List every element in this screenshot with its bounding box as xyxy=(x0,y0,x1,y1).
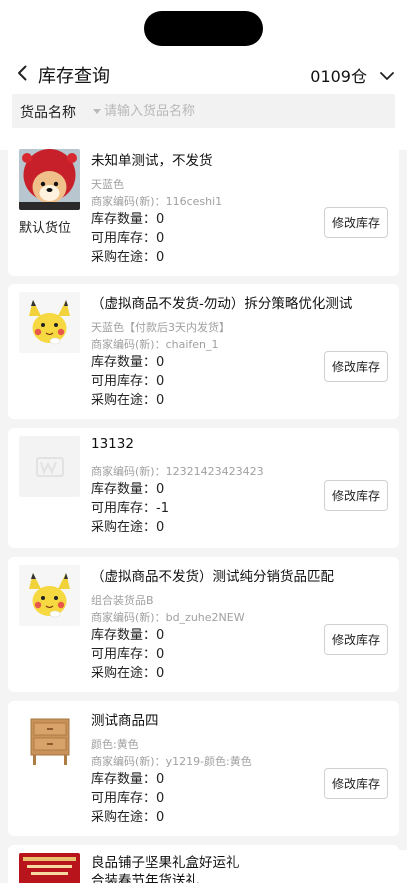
warehouse-selector[interactable]: 0109仓 xyxy=(310,63,367,87)
incoming-purchase: 采购在途：0 xyxy=(91,810,165,825)
yellow-cartoon-mouse-image xyxy=(19,292,80,353)
incoming-purchase: 采购在途：0 xyxy=(91,520,165,535)
search-input[interactable] xyxy=(104,98,384,124)
merchant-code: 商家编码(新)：y1219-颜色:黄色 xyxy=(91,755,252,768)
merchant-code: 商家编码(新)：chaifen_1 xyxy=(91,338,219,351)
product-spec: 组合装货品B xyxy=(91,594,154,607)
search-field-type-dropdown[interactable]: 货品名称 xyxy=(20,102,76,122)
product-name: （虚拟商品不发货-勿动）拆分策略优化测试 xyxy=(91,296,353,312)
camera-notch xyxy=(144,11,263,46)
inventory-card: （虚拟商品不发货-勿动）拆分策略优化测试 天蓝色【付款后3天内发货】 商家编码(… xyxy=(8,284,399,419)
red-gift-box-image xyxy=(19,853,80,883)
edit-stock-button[interactable]: 修改库存 xyxy=(324,624,388,655)
stock-quantity: 库存数量：0 xyxy=(91,355,165,370)
product-details: 商家编码(新)：12321423423423 库存数量：0 可用库存：-1 采购… xyxy=(91,463,321,537)
inventory-card: 良品铺子坚果礼盒好运礼 合装春节年货送礼 xyxy=(8,845,399,883)
inventory-card: 默认货位 未知单测试，不发货 天蓝色 商家编码(新)：116ceshi1 库存数… xyxy=(8,141,399,276)
product-name: 未知单测试，不发货 xyxy=(91,153,213,169)
merchant-code: 商家编码(新)：12321423423423 xyxy=(91,465,264,478)
incoming-purchase: 采购在途：0 xyxy=(91,393,165,408)
back-arrow-icon[interactable] xyxy=(13,63,33,83)
inventory-card: 13132 商家编码(新)：12321423423423 库存数量：0 可用库存… xyxy=(8,428,399,548)
product-name: 良品铺子坚果礼盒好运礼 xyxy=(91,855,240,871)
search-bar: 货品名称 xyxy=(12,94,395,128)
available-stock: 可用库存：-1 xyxy=(91,501,169,516)
product-name: 13132 xyxy=(91,436,134,452)
available-stock: 可用库存：0 xyxy=(91,231,165,246)
stock-quantity: 库存数量：0 xyxy=(91,482,165,497)
edit-stock-button[interactable]: 修改库存 xyxy=(324,480,388,511)
stock-quantity: 库存数量：0 xyxy=(91,212,165,227)
product-details: 天蓝色【付款后3天内发货】 商家编码(新)：chaifen_1 库存数量：0 可… xyxy=(91,319,321,410)
page-title: 库存查询 xyxy=(38,66,110,87)
yellow-cartoon-mouse-image xyxy=(19,565,80,626)
dog-with-red-hat-image xyxy=(19,149,80,210)
navigation-bar: 库存查询 0109仓 xyxy=(0,58,407,90)
available-stock: 可用库存：0 xyxy=(91,374,165,389)
product-name: 测试商品四 xyxy=(91,713,159,729)
stock-quantity: 库存数量：0 xyxy=(91,772,165,787)
incoming-purchase: 采购在途：0 xyxy=(91,666,165,681)
storage-location: 默认货位 xyxy=(19,221,72,236)
edit-stock-button[interactable]: 修改库存 xyxy=(324,207,388,238)
incoming-purchase: 采购在途：0 xyxy=(91,250,165,265)
product-spec: 颜色:黄色 xyxy=(91,738,139,751)
product-spec: 天蓝色 xyxy=(91,178,124,191)
edit-stock-button[interactable]: 修改库存 xyxy=(324,351,388,382)
caret-down-icon[interactable] xyxy=(93,109,101,114)
available-stock: 可用库存：0 xyxy=(91,647,165,662)
edit-stock-button[interactable]: 修改库存 xyxy=(324,768,388,799)
merchant-code: 商家编码(新)：bd_zuhe2NEW xyxy=(91,611,245,624)
product-spec: 天蓝色【付款后3天内发货】 xyxy=(91,321,230,334)
chevron-down-icon[interactable] xyxy=(379,67,395,80)
merchant-code: 商家编码(新)：116ceshi1 xyxy=(91,195,223,208)
wooden-nightstand-image xyxy=(19,709,80,770)
placeholder-logo-image xyxy=(19,436,80,497)
product-details: 天蓝色 商家编码(新)：116ceshi1 库存数量：0 可用库存：0 采购在途… xyxy=(91,176,321,267)
inventory-card: 测试商品四 颜色:黄色 商家编码(新)：y1219-颜色:黄色 库存数量：0 可… xyxy=(8,701,399,836)
available-stock: 可用库存：0 xyxy=(91,791,165,806)
product-name: （虚拟商品不发货）测试纯分销货品匹配 xyxy=(91,569,334,585)
inventory-card: （虚拟商品不发货）测试纯分销货品匹配 组合装货品B 商家编码(新)：bd_zuh… xyxy=(8,557,399,692)
product-details: 颜色:黄色 商家编码(新)：y1219-颜色:黄色 库存数量：0 可用库存：0 … xyxy=(91,736,321,827)
product-details: 组合装货品B 商家编码(新)：bd_zuhe2NEW 库存数量：0 可用库存：0… xyxy=(91,592,321,683)
product-name-line2: 合装春节年货送礼 xyxy=(91,873,199,883)
stock-quantity: 库存数量：0 xyxy=(91,628,165,643)
